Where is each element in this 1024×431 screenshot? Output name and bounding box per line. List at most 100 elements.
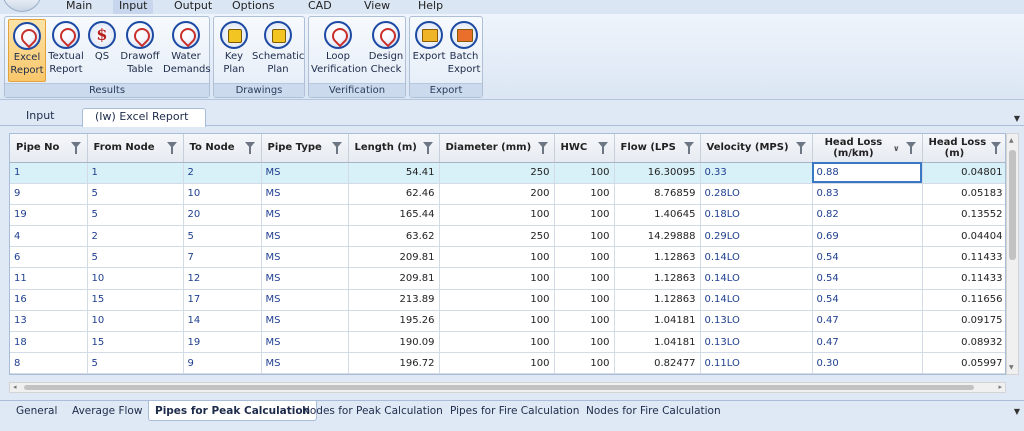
- cell-diameter[interactable]: 100: [439, 310, 555, 333]
- cell-length[interactable]: 165.44: [348, 204, 440, 227]
- cell-head-loss-km[interactable]: 0.88: [812, 162, 923, 184]
- cell-pipe-type[interactable]: MS: [261, 331, 349, 354]
- cell-flow[interactable]: 1.12863: [614, 267, 701, 290]
- cell-to-node[interactable]: 19: [183, 331, 262, 354]
- cell-flow[interactable]: 16.30095: [614, 162, 701, 184]
- table-row[interactable]: 16 15 17 MS 213.89 100 100 1.12863 0.14LO 0.54 0.1…: [10, 289, 1005, 311]
- schematic-plan-button[interactable]: Schematic Plan: [252, 19, 304, 82]
- column-header-hwc[interactable]: HWC: [554, 134, 615, 163]
- cell-head-loss-km[interactable]: 0.54: [812, 289, 923, 311]
- filter-icon[interactable]: [990, 142, 1001, 154]
- cell-hwc[interactable]: 100: [554, 310, 615, 333]
- menu-view[interactable]: View: [358, 0, 396, 14]
- cell-length[interactable]: 213.89: [348, 289, 440, 311]
- vertical-scrollbar[interactable]: ▲ ▼: [1006, 133, 1019, 375]
- menu-cad[interactable]: CAD: [302, 0, 338, 14]
- scroll-up-icon[interactable]: ▲: [1009, 137, 1014, 144]
- table-row[interactable]: 19 5 20 MS 165.44 100 100 1.40645 0.18LO 0.82 0.13…: [10, 204, 1005, 227]
- cell-head-loss-m[interactable]: 0.11433: [922, 267, 1005, 290]
- filter-icon[interactable]: [244, 142, 255, 154]
- cell-velocity[interactable]: 0.14LO: [700, 289, 813, 311]
- filter-icon[interactable]: [597, 142, 608, 154]
- column-header-pipe-type[interactable]: Pipe Type: [261, 134, 349, 163]
- column-header-pipe-no[interactable]: Pipe No: [10, 134, 88, 163]
- cell-pipe-type[interactable]: MS: [261, 183, 349, 205]
- cell-hwc[interactable]: 100: [554, 162, 615, 184]
- cell-pipe-no[interactable]: 13: [10, 310, 88, 333]
- cell-pipe-no[interactable]: 1: [10, 162, 88, 184]
- cell-head-loss-m[interactable]: 0.05997: [922, 352, 1005, 374]
- cell-hwc[interactable]: 100: [554, 331, 615, 354]
- cell-velocity[interactable]: 0.18LO: [700, 204, 813, 227]
- cell-diameter[interactable]: 200: [439, 183, 555, 205]
- scroll-left-icon[interactable]: ◂: [13, 383, 17, 391]
- menu-input[interactable]: Input: [113, 0, 154, 14]
- cell-velocity[interactable]: 0.13LO: [700, 331, 813, 354]
- sort-descending-icon[interactable]: ∨: [893, 144, 900, 153]
- cell-diameter[interactable]: 100: [439, 246, 555, 269]
- cell-head-loss-km[interactable]: 0.54: [812, 246, 923, 269]
- cell-hwc[interactable]: 100: [554, 225, 615, 248]
- cell-flow[interactable]: 0.82477: [614, 352, 701, 374]
- horizontal-scroll-thumb[interactable]: [24, 385, 974, 390]
- cell-to-node[interactable]: 9: [183, 352, 262, 374]
- cell-flow[interactable]: 8.76859: [614, 183, 701, 205]
- loop-verification-button[interactable]: Loop Verification: [311, 19, 367, 82]
- sheet-tab-pipes-fire[interactable]: Pipes for Fire Calculation: [444, 404, 585, 421]
- export-button[interactable]: Export: [412, 19, 446, 82]
- cell-pipe-no[interactable]: 19: [10, 204, 88, 227]
- sheet-tab-general[interactable]: General: [10, 404, 63, 421]
- table-row[interactable]: 1 1 2 MS 54.41 250 100 16.30095 0.33 0.88 0.04801: [10, 162, 1005, 184]
- cell-head-loss-m[interactable]: 0.09175: [922, 310, 1005, 333]
- cell-hwc[interactable]: 100: [554, 246, 615, 269]
- cell-hwc[interactable]: 100: [554, 183, 615, 205]
- cell-velocity[interactable]: 0.28LO: [700, 183, 813, 205]
- cell-to-node[interactable]: 5: [183, 225, 262, 248]
- cell-head-loss-km[interactable]: 0.30: [812, 352, 923, 374]
- sheet-tab-average-flow[interactable]: Average Flow: [66, 404, 148, 421]
- filter-icon[interactable]: [331, 142, 342, 154]
- cell-head-loss-m[interactable]: 0.08932: [922, 331, 1005, 354]
- cell-flow[interactable]: 1.12863: [614, 289, 701, 311]
- cell-from-node[interactable]: 2: [87, 225, 184, 248]
- cell-pipe-type[interactable]: MS: [261, 289, 349, 311]
- cell-pipe-type[interactable]: MS: [261, 204, 349, 227]
- cell-pipe-no[interactable]: 4: [10, 225, 88, 248]
- vertical-scroll-thumb[interactable]: [1009, 150, 1016, 260]
- sheet-tab-nodes-peak[interactable]: Nodes for Peak Calculation: [296, 404, 449, 421]
- key-plan-button[interactable]: Key Plan: [217, 19, 251, 82]
- column-header-length[interactable]: Length (m): [348, 134, 440, 163]
- cell-from-node[interactable]: 5: [87, 352, 184, 374]
- scroll-down-icon[interactable]: ▼: [1009, 364, 1014, 371]
- cell-to-node[interactable]: 10: [183, 183, 262, 205]
- chevron-down-icon[interactable]: ▼: [1014, 407, 1020, 416]
- cell-velocity[interactable]: 0.13LO: [700, 310, 813, 333]
- cell-length[interactable]: 196.72: [348, 352, 440, 374]
- cell-length[interactable]: 190.09: [348, 331, 440, 354]
- filter-icon[interactable]: [537, 142, 548, 154]
- cell-pipe-no[interactable]: 6: [10, 246, 88, 269]
- qs-button[interactable]: QS: [87, 19, 117, 82]
- cell-pipe-type[interactable]: MS: [261, 310, 349, 333]
- design-check-button[interactable]: Design Check: [367, 19, 405, 82]
- drawoff-table-button[interactable]: Drawoff Table: [119, 19, 161, 82]
- menu-main[interactable]: Main: [60, 0, 98, 14]
- cell-flow[interactable]: 1.04181: [614, 310, 701, 333]
- cell-diameter[interactable]: 100: [439, 289, 555, 311]
- cell-hwc[interactable]: 100: [554, 267, 615, 290]
- table-row[interactable]: 4 2 5 MS 63.62 250 100 14.29888 0.29LO 0.69 0.0440…: [10, 225, 1005, 248]
- cell-head-loss-km[interactable]: 0.47: [812, 310, 923, 333]
- cell-head-loss-m[interactable]: 0.11433: [922, 246, 1005, 269]
- cell-flow[interactable]: 1.40645: [614, 204, 701, 227]
- tab-input[interactable]: Input: [14, 108, 66, 126]
- textual-report-button[interactable]: Textual Report: [47, 19, 85, 82]
- filter-icon[interactable]: [70, 142, 81, 154]
- cell-head-loss-km[interactable]: 0.69: [812, 225, 923, 248]
- cell-from-node[interactable]: 5: [87, 246, 184, 269]
- filter-icon[interactable]: [795, 142, 806, 154]
- cell-from-node[interactable]: 10: [87, 310, 184, 333]
- table-row[interactable]: 8 5 9 MS 196.72 100 100 0.82477 0.11LO 0.30 0.0599…: [10, 352, 1005, 374]
- cell-flow[interactable]: 1.12863: [614, 246, 701, 269]
- cell-pipe-no[interactable]: 16: [10, 289, 88, 311]
- cell-velocity[interactable]: 0.14LO: [700, 246, 813, 269]
